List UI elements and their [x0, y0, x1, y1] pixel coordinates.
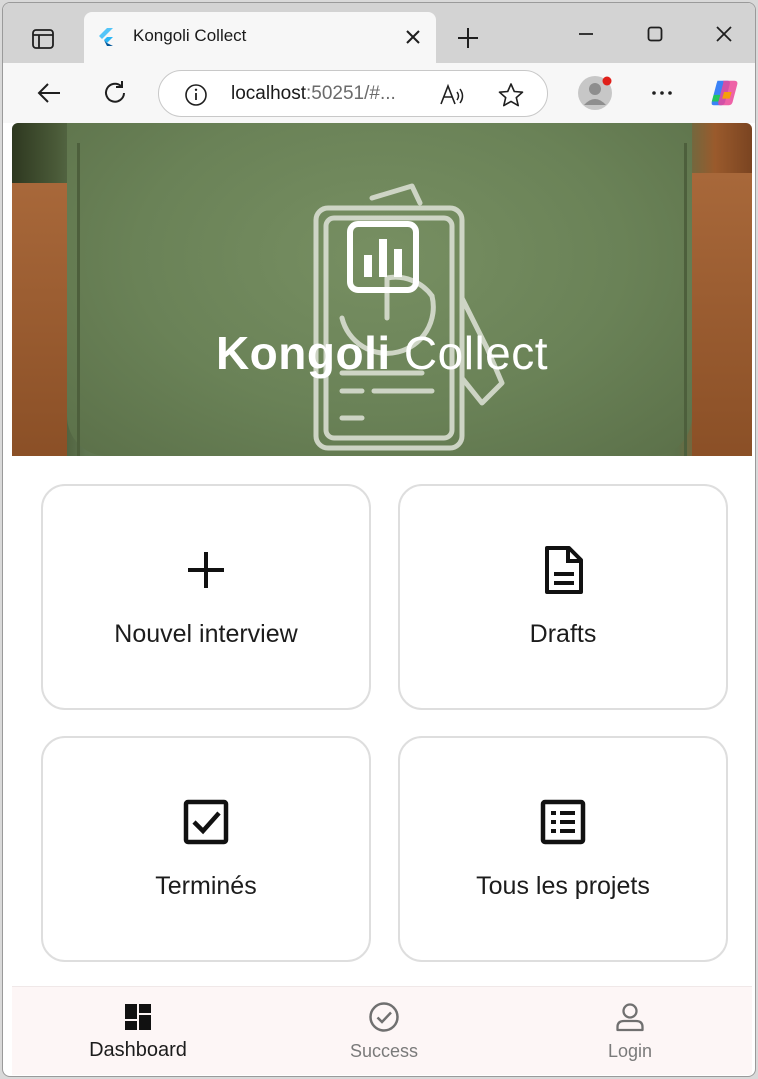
dashboard-icon [125, 1004, 151, 1030]
hero-sleeve-right [692, 173, 752, 456]
card-completed[interactable]: Terminés [41, 736, 371, 962]
nav-item-dashboard[interactable]: Dashboard [38, 987, 238, 1075]
nav-item-login[interactable]: Login [530, 987, 730, 1075]
url-host: localhost [231, 83, 306, 104]
minimize-button[interactable] [571, 19, 601, 49]
app-title-bold: Kongoli [215, 327, 391, 379]
bottom-navigation: Dashboard Success Login [12, 986, 752, 1075]
url-rest: :50251/#... [306, 83, 396, 104]
back-button[interactable] [33, 77, 65, 109]
nav-item-success[interactable]: Success [284, 987, 484, 1075]
browser-window: Kongoli Collect localhost:50251/#... Kon… [2, 2, 756, 1077]
card-new-interview[interactable]: Nouvel interview [41, 484, 371, 710]
hero-sleeve-left [12, 183, 67, 456]
card-label: Tous les projets [476, 872, 650, 900]
card-label: Terminés [155, 872, 257, 900]
flutter-icon [99, 28, 113, 46]
refresh-button[interactable] [99, 77, 131, 109]
tab-bar: Kongoli Collect [3, 3, 755, 63]
checkbox-icon [182, 798, 230, 846]
page-viewport: Kongoli Collect Nouvel interview Drafts … [12, 123, 752, 1075]
close-tab-icon[interactable] [402, 26, 424, 48]
app-title: Kongoli Collect [12, 326, 752, 380]
more-icon [652, 91, 672, 95]
nav-label-dashboard: Dashboard [89, 1039, 187, 1061]
minimize-icon [579, 33, 593, 35]
plus-icon [182, 546, 230, 594]
document-icon [539, 546, 587, 594]
url-text: localhost:50251/#... [231, 83, 396, 105]
profile-icon [578, 76, 612, 110]
check-circle-icon [369, 1002, 399, 1032]
person-icon [616, 1003, 644, 1032]
address-bar[interactable]: localhost:50251/#... [158, 70, 548, 117]
browser-toolbar: localhost:50251/#... [3, 63, 755, 123]
browser-tab[interactable]: Kongoli Collect [84, 12, 436, 63]
list-icon [539, 798, 587, 846]
more-button[interactable] [646, 77, 678, 109]
hero-emblem-graphic [313, 183, 505, 451]
app-title-regular: Collect [390, 327, 549, 379]
copilot-icon [711, 80, 738, 106]
nav-label-login: Login [607, 1041, 653, 1061]
card-all-projects[interactable]: Tous les projets [398, 736, 728, 962]
maximize-icon [647, 26, 663, 42]
close-icon [716, 26, 732, 42]
tab-actions-icon [32, 29, 54, 49]
tab-actions-button[interactable] [23, 23, 63, 55]
bar-chart-icon [347, 221, 419, 293]
maximize-button[interactable] [640, 19, 670, 49]
card-drafts[interactable]: Drafts [398, 484, 728, 710]
notification-dot [602, 76, 612, 86]
hero-seam-right [684, 143, 687, 456]
hero-banner: Kongoli Collect [12, 123, 752, 456]
hero-seam-left [77, 143, 80, 456]
star-icon[interactable] [497, 82, 525, 108]
new-tab-plus-icon[interactable] [453, 23, 483, 53]
nav-label-success: Success [349, 1041, 419, 1061]
refresh-icon [105, 81, 125, 103]
read-aloud-icon[interactable] [439, 82, 467, 108]
tab-title: Kongoli Collect [133, 26, 247, 45]
copilot-button[interactable] [709, 77, 741, 109]
card-label: Drafts [529, 620, 597, 648]
close-window-button[interactable] [709, 19, 739, 49]
info-icon[interactable] [183, 82, 209, 108]
back-arrow-icon [37, 83, 60, 103]
profile-button[interactable] [577, 75, 613, 111]
card-label: Nouvel interview [114, 620, 298, 648]
